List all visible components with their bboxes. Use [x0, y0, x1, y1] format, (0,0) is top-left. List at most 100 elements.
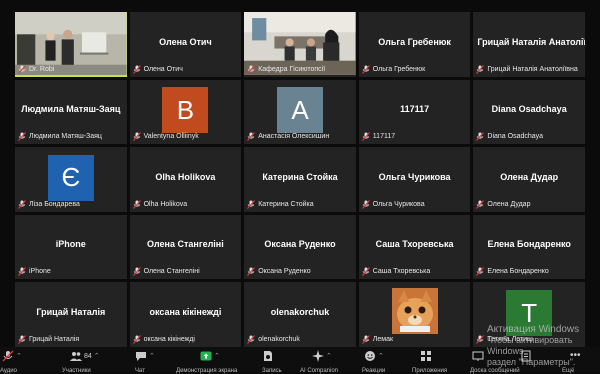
participant-name-label: Олена Стангеліні: [132, 266, 240, 277]
participant-name: Катерина Стойка: [258, 200, 314, 208]
participant-name-label: оксана кікінежді: [132, 334, 240, 345]
share-screen-button[interactable]: ⌃: [200, 350, 220, 362]
participant-tile[interactable]: Олена Отич Олена Отич: [129, 12, 242, 77]
participant-tile[interactable]: Саша Тхоревська Саша Тхоревська: [358, 214, 471, 280]
participant-tile[interactable]: Грицай Наталія Грицай Наталія: [15, 282, 127, 347]
participant-tile[interactable]: Diana Osadchaya Diana Osadchaya: [473, 79, 585, 145]
audio-control[interactable]: ⌃: [2, 350, 22, 362]
participant-name: 117117: [372, 133, 396, 141]
participant-tile[interactable]: Грицай Наталія Анатоліївна Грицай Наталія…: [473, 12, 585, 77]
participant-tile[interactable]: 117117 117117: [358, 79, 471, 145]
participant-name: Елена Бондаренко: [487, 268, 549, 276]
participant-tile[interactable]: оксана кікінежді оксана кікінежді: [129, 282, 242, 347]
chevron-up-icon[interactable]: ⌃: [16, 352, 22, 360]
microphone-muted-icon: [247, 199, 256, 209]
participant-display-name: Олена Дудар: [500, 171, 559, 182]
participant-tile[interactable]: Лемак: [358, 282, 471, 347]
chevron-up-icon[interactable]: ⌃: [326, 352, 332, 360]
participant-display-name: Людмила Матяш-Заяц: [21, 104, 121, 115]
participant-name-label: Valentyna Olliinyk: [132, 131, 240, 142]
participant-name: olenakorchuk: [258, 335, 300, 343]
participant-name: Анастасія Олексишин: [258, 133, 330, 141]
participant-tile[interactable]: Катерина Стойка Катерина Стойка: [244, 147, 356, 212]
profile-picture: [391, 287, 438, 334]
participant-display-name: Елена Бондаренко: [487, 239, 571, 250]
participant-name-label: Олена Отич: [132, 64, 240, 75]
chevron-up-icon[interactable]: ⌃: [214, 352, 220, 360]
participant-tile[interactable]: Елена Бондаренко Елена Бондаренко: [473, 214, 585, 280]
participant-tile[interactable]: Є Ліза Бондарева: [15, 147, 127, 212]
toolbar-label: Участники: [62, 368, 91, 374]
microphone-muted-icon: [18, 199, 26, 209]
smiley-icon: [365, 351, 375, 361]
participant-tile[interactable]: iPhone iPhone: [15, 214, 127, 280]
microphone-muted-icon: [247, 335, 256, 344]
participant-display-name: 117117: [400, 104, 430, 115]
toolbar-label: Чат: [135, 368, 145, 374]
ai-companion-button[interactable]: ⌃: [312, 350, 332, 362]
participant-tile[interactable]: B Valentyna Olliinyk: [129, 79, 242, 145]
apps-button[interactable]: [420, 350, 432, 362]
participant-display-name: Грицай Наталія Анатоліївна: [477, 36, 585, 47]
toolbar-label: Реакции: [362, 368, 386, 374]
participant-tile[interactable]: Ольга Гребенюк Ольга Гребенюк: [358, 12, 471, 77]
microphone-muted-icon: [476, 199, 485, 209]
chevron-up-icon[interactable]: ⌃: [378, 352, 384, 360]
microphone-muted-icon: [361, 132, 370, 142]
participant-name-label: Анастасія Олексишин: [247, 131, 354, 142]
participant-name: Кафедра Гісиютопсії: [258, 65, 326, 73]
participant-tile[interactable]: Olha Holikova Olha Holikova: [129, 147, 242, 212]
participants-button[interactable]: 84 ⌃: [70, 350, 100, 362]
participant-name-label: Саша Тхоревська: [361, 266, 469, 277]
reactions-button[interactable]: ⌃: [364, 350, 384, 362]
participant-tile[interactable]: Олена Дудар Олена Дудар: [473, 147, 585, 212]
microphone-muted-icon: [247, 132, 256, 142]
participant-name-label: Dr. Robi: [18, 64, 125, 75]
participant-display-name: Грицай Наталія: [36, 306, 106, 317]
participant-display-name: Олена Стангеліні: [147, 239, 224, 250]
participant-display-name: iPhone: [55, 239, 86, 250]
participant-tile[interactable]: Оксана Руденко Оксана Руденко: [244, 214, 356, 280]
microphone-muted-icon: [476, 132, 485, 142]
microphone-muted-icon: [132, 199, 141, 209]
participant-name-label: Оксана Руденко: [247, 266, 354, 277]
microphone-muted-icon: [132, 267, 141, 277]
participant-tile[interactable]: Ольга Чурикова Ольга Чурикова: [358, 147, 471, 212]
participant-name: Ольга Чурикова: [372, 200, 425, 208]
microphone-muted-icon: [132, 335, 141, 344]
participant-tile[interactable]: Олена Стангеліні Олена Стангеліні: [129, 214, 242, 280]
participant-display-name: Олена Отич: [159, 36, 212, 47]
microphone-muted-icon: [132, 132, 141, 142]
avatar: Є: [47, 154, 94, 201]
participant-tile[interactable]: Кафедра Гісиютопсії: [244, 12, 356, 77]
microphone-muted-icon: [476, 64, 485, 74]
participant-name: Ольга Гребенюк: [372, 65, 426, 73]
participant-name-label: olenakorchuk: [247, 334, 354, 345]
participant-name-label: 117117: [361, 131, 469, 142]
toolbar-label: Запись: [262, 368, 282, 374]
participant-tile[interactable]: Dr. Robi: [15, 12, 127, 77]
participant-display-name: Саша Тхоревська: [375, 239, 454, 250]
participant-tile[interactable]: Людмила Матяш-Заяц Людмила Матяш-Заяц: [15, 79, 127, 145]
participant-tile[interactable]: olenakorchuk olenakorchuk: [244, 282, 356, 347]
microphone-muted-icon: [18, 267, 26, 277]
toolbar-label: Доска сообщений: [470, 368, 520, 374]
chevron-up-icon[interactable]: ⌃: [149, 352, 155, 360]
whiteboard-button[interactable]: [472, 350, 484, 362]
participant-name: Олена Стангеліні: [143, 268, 200, 276]
participant-name: Valentyna Olliinyk: [143, 133, 199, 141]
participant-name: iPhone: [29, 268, 51, 276]
watermark-title: Активация Windows: [487, 324, 580, 335]
participant-tile[interactable]: A Анастасія Олексишин: [244, 79, 356, 145]
participant-name-label: Ліза Бондарева: [18, 199, 125, 210]
microphone-muted-icon: [247, 267, 256, 277]
participant-name-label: Грицай Наталія: [18, 334, 125, 345]
record-button[interactable]: [262, 350, 274, 362]
participant-name-label: Кафедра Гісиютопсії: [247, 64, 354, 75]
chevron-up-icon[interactable]: ⌃: [94, 352, 100, 360]
chat-button[interactable]: ⌃: [135, 350, 155, 362]
avatar: A: [276, 87, 323, 134]
toolbar-label: Демонстрация экрана: [176, 368, 238, 374]
participant-display-name: Ольга Чурикова: [378, 171, 451, 182]
participant-name-label: Елена Бондаренко: [476, 266, 583, 277]
